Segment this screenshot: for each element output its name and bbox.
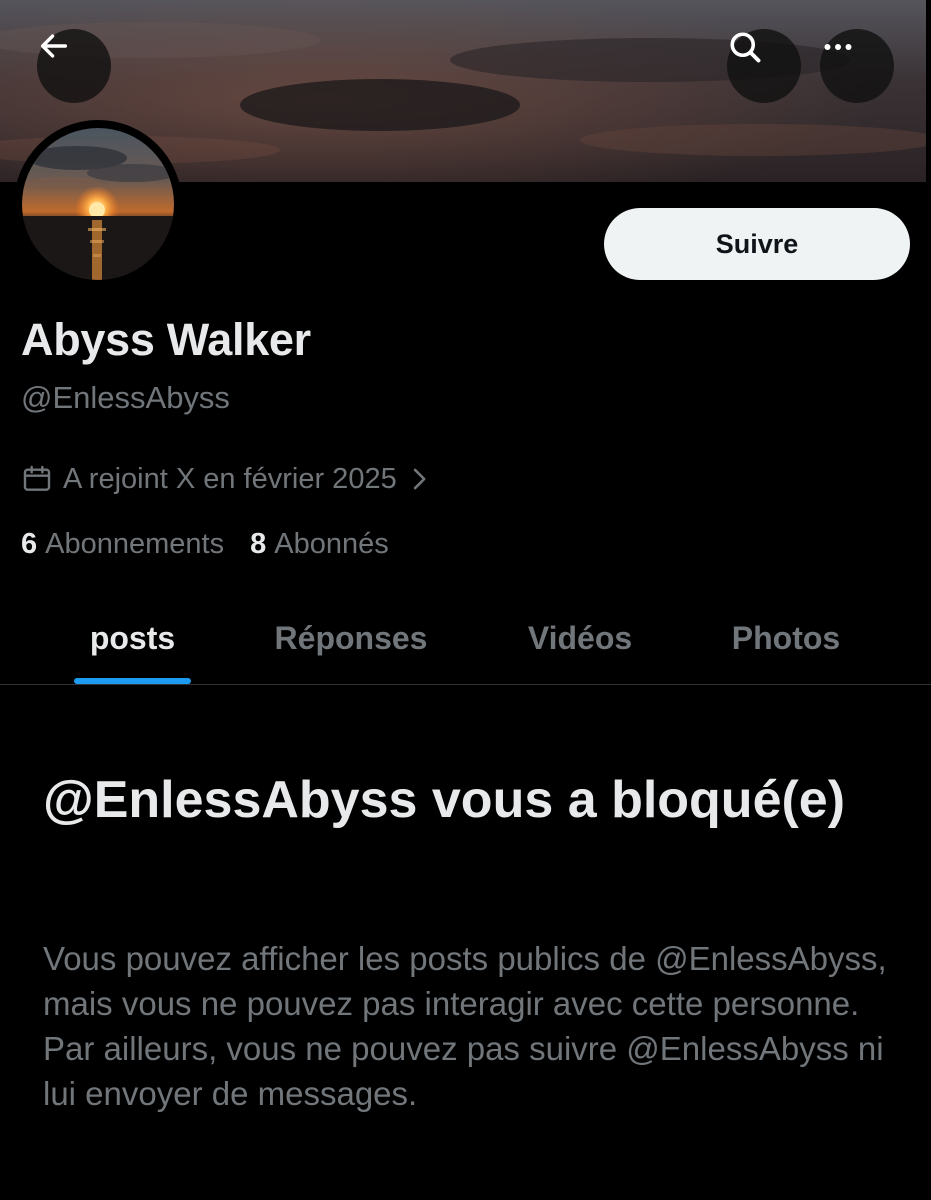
follow-button[interactable]: Suivre xyxy=(604,208,910,280)
blocked-description: Vous pouvez afficher les posts publics d… xyxy=(43,940,887,1112)
avatar[interactable] xyxy=(14,120,182,288)
followers-link[interactable]: 8 Abonnés xyxy=(250,528,389,561)
following-label: Abonnements xyxy=(45,528,225,560)
joined-text: A rejoint X en février 2025 xyxy=(63,462,397,495)
chevron-right-icon xyxy=(409,466,429,492)
tab-videos[interactable]: Vidéos xyxy=(500,592,660,684)
active-tab-indicator xyxy=(74,678,191,684)
more-horizontal-icon xyxy=(824,44,852,50)
tab-posts[interactable]: posts xyxy=(54,592,211,684)
search-icon xyxy=(730,32,761,63)
followers-count: 8 xyxy=(250,528,267,560)
arrow-left-icon xyxy=(40,34,68,58)
more-options-button[interactable] xyxy=(820,29,894,103)
following-count: 6 xyxy=(21,528,38,560)
calendar-icon xyxy=(21,463,53,495)
follow-stats: 6 Abonnements 8 Abonnés xyxy=(21,528,389,561)
back-button[interactable] xyxy=(37,29,111,103)
tab-replies[interactable]: Réponses xyxy=(246,592,456,684)
joined-date[interactable]: A rejoint X en février 2025 xyxy=(21,458,429,500)
avatar-image xyxy=(22,128,174,280)
blocked-title: @EnlessAbyss vous a bloqué(e) xyxy=(43,771,846,829)
user-handle: @EnlessAbyss xyxy=(21,380,230,415)
followers-label: Abonnés xyxy=(274,528,389,560)
profile-tabs: posts Réponses Vidéos Photos xyxy=(0,592,931,685)
search-button[interactable] xyxy=(727,29,801,103)
display-name: Abyss Walker xyxy=(21,314,311,365)
following-link[interactable]: 6 Abonnements xyxy=(21,528,224,561)
tab-photos[interactable]: Photos xyxy=(702,592,870,684)
